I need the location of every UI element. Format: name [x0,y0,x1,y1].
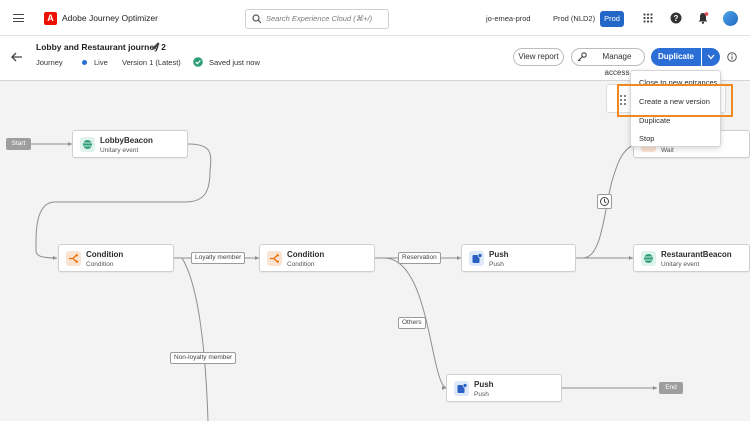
journey-type: Journey [36,58,63,67]
node-title: Push [474,380,494,389]
edit-pencil-icon[interactable] [151,41,161,51]
menu-item-stop[interactable]: Stop [639,134,654,143]
node-restaurant-beacon[interactable]: RestaurantBeacon Unitary event [633,244,750,272]
event-globe-icon [80,137,95,152]
node-title: RestaurantBeacon [661,250,732,259]
end-node[interactable]: End [659,382,683,394]
live-status-dot [82,60,87,65]
search-icon [252,14,262,24]
node-subtitle: Condition [287,261,315,268]
node-title: LobbyBeacon [100,136,153,145]
node-condition-1[interactable]: Condition Condition [58,244,174,272]
key-icon [577,52,587,62]
path-label-non-loyalty[interactable]: Non-loyalty member [170,352,237,364]
user-avatar[interactable] [723,11,738,26]
path-label-others[interactable]: Others [398,317,426,329]
hamburger-menu-icon[interactable] [13,14,24,22]
node-subtitle: Push [489,261,504,268]
search-placeholder: Search Experience Cloud (⌘+/) [266,14,373,23]
sandbox-badge: Prod [600,11,624,27]
journey-title: Lobby and Restaurant journey 2 [36,42,166,52]
node-subtitle: Push [474,391,489,398]
node-push-1[interactable]: Push Push [461,244,576,272]
node-subtitle: Wait [661,147,674,154]
back-arrow-icon[interactable] [11,52,23,62]
start-node[interactable]: Start [6,138,31,150]
push-notification-icon [469,251,484,266]
top-bar: A Adobe Journey Optimizer Search Experie… [0,0,750,36]
notifications-bell-icon[interactable] [697,12,709,24]
app-title: Adobe Journey Optimizer [62,13,158,23]
condition-icon [267,251,282,266]
condition-icon [66,251,81,266]
path-label-reservation[interactable]: Reservation [398,252,441,264]
actions-dropdown-button[interactable] [702,48,720,66]
org-switcher[interactable]: jo-emea-prod [486,14,531,23]
node-subtitle: Condition [86,261,114,268]
duplicate-button[interactable]: Duplicate [651,48,701,66]
journey-version[interactable]: Version 1 (Latest) [122,58,181,67]
view-report-button[interactable]: View report [513,48,564,66]
info-icon[interactable] [727,52,737,62]
saved-status: Saved just now [209,58,260,67]
node-subtitle: Unitary event [661,261,700,268]
search-input[interactable]: Search Experience Cloud (⌘+/) [245,9,389,29]
saved-check-icon [193,57,203,67]
sandbox-switcher[interactable]: Prod (NLD2) [553,14,595,23]
event-globe-icon [641,251,656,266]
help-icon[interactable]: ? [670,12,682,24]
chevron-down-icon [707,54,715,60]
path-label-loyalty[interactable]: Loyalty member [191,252,246,264]
highlight-box [617,84,733,117]
push-notification-icon [454,381,469,396]
journey-status: Live [94,58,108,67]
node-lobby-beacon[interactable]: LobbyBeacon Unitary event [72,130,188,158]
apps-grid-icon[interactable] [643,13,653,23]
node-title: Push [489,250,509,259]
node-condition-2[interactable]: Condition Condition [259,244,375,272]
menu-item-duplicate[interactable]: Duplicate [639,116,670,125]
node-push-2[interactable]: Push Push [446,374,562,402]
svg-text:?: ? [674,14,679,23]
manage-access-button[interactable]: Manage access [571,48,645,77]
node-title: Condition [86,250,124,259]
node-title: Condition [287,250,325,259]
adobe-logo-icon: A [44,12,57,25]
node-subtitle: Unitary event [100,147,139,154]
timeout-clock-icon[interactable] [597,194,612,209]
